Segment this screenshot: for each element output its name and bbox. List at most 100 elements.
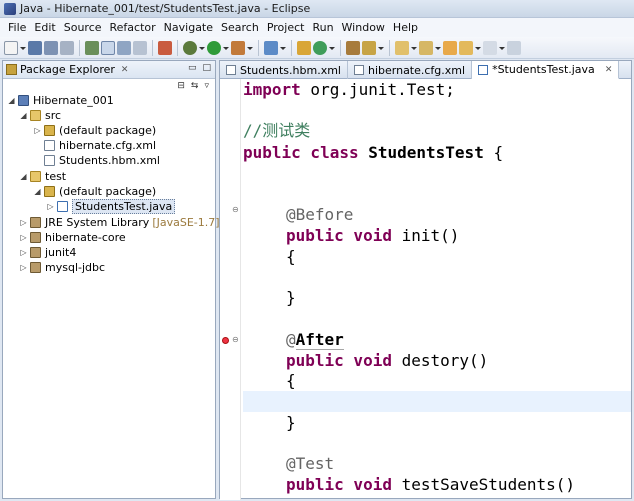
block-selection-icon[interactable] bbox=[117, 40, 131, 55]
toolbar-separator bbox=[79, 39, 80, 56]
next-annotation-icon[interactable] bbox=[395, 40, 409, 55]
tab-studentstest-java[interactable]: *StudentsTest.java ✕ bbox=[472, 61, 620, 79]
skip-breakpoints-icon[interactable] bbox=[158, 40, 172, 55]
tree-item-studentstest-java[interactable]: ▷ StudentsTest.java bbox=[46, 199, 176, 214]
menu-run[interactable]: Run bbox=[308, 21, 337, 34]
editor-tabs: Students.hbm.xml hibernate.cfg.xml *Stud… bbox=[220, 61, 631, 79]
debug-icon[interactable] bbox=[183, 40, 197, 55]
close-view-icon[interactable]: ✕ bbox=[121, 65, 129, 75]
tree-item-default-package-src[interactable]: ▷ (default package) bbox=[33, 123, 156, 138]
fold-collapse-icon[interactable]: ⊖ bbox=[232, 336, 239, 344]
menu-edit[interactable]: Edit bbox=[30, 21, 59, 34]
close-tab-icon[interactable]: ✕ bbox=[605, 65, 613, 75]
title-bar: Java - Hibernate_001/test/StudentsTest.j… bbox=[0, 0, 634, 18]
open-task-icon[interactable] bbox=[346, 40, 360, 55]
code-line-destory-open-brace: { bbox=[286, 371, 296, 390]
collapse-all-icon[interactable]: ⊟ bbox=[177, 81, 185, 91]
save-icon[interactable] bbox=[28, 40, 42, 55]
open-type-icon[interactable] bbox=[85, 40, 99, 55]
code-line-init-method: public void init() bbox=[286, 226, 460, 245]
eclipse-app-icon bbox=[4, 2, 16, 15]
collapsed-arrow-icon[interactable]: ▷ bbox=[19, 218, 28, 227]
collapsed-arrow-icon[interactable]: ▷ bbox=[46, 202, 55, 211]
run-dropdown-icon[interactable] bbox=[223, 41, 229, 55]
edit-pencil-icon[interactable] bbox=[362, 40, 376, 55]
search-dropdown-icon[interactable] bbox=[280, 41, 286, 55]
java-editor: Students.hbm.xml hibernate.cfg.xml *Stud… bbox=[219, 60, 632, 500]
toggle-mark-icon[interactable] bbox=[101, 40, 115, 55]
forward-dropdown-icon[interactable] bbox=[499, 41, 505, 55]
collapsed-arrow-icon[interactable]: ▷ bbox=[19, 233, 28, 242]
back-dropdown-icon[interactable] bbox=[475, 41, 481, 55]
tree-item-students-hbm-xml[interactable]: Students.hbm.xml bbox=[44, 153, 160, 168]
package-explorer-title[interactable]: Package Explorer bbox=[20, 63, 115, 76]
expanded-arrow-icon[interactable]: ◢ bbox=[7, 96, 16, 105]
tree-item-default-package-test[interactable]: ◢ (default package) bbox=[33, 184, 156, 199]
code-line-init-open-brace: { bbox=[286, 247, 296, 266]
new-icon[interactable] bbox=[4, 40, 18, 55]
maximize-icon[interactable]: □ bbox=[202, 63, 211, 73]
menu-refactor[interactable]: Refactor bbox=[106, 21, 160, 34]
menu-source[interactable]: Source bbox=[60, 21, 106, 34]
code-line-init-close-brace: } bbox=[286, 288, 296, 307]
menu-window[interactable]: Window bbox=[338, 21, 389, 34]
show-whitespace-icon[interactable] bbox=[133, 40, 147, 55]
minimize-icon[interactable]: ▭ bbox=[188, 63, 197, 73]
collapsed-arrow-icon[interactable]: ▷ bbox=[19, 263, 28, 272]
code-line-before-annotation: @Before bbox=[286, 205, 354, 224]
menu-project[interactable]: Project bbox=[263, 21, 309, 34]
tree-item-hibernate-cfg-xml[interactable]: hibernate.cfg.xml bbox=[44, 138, 156, 153]
run-icon[interactable] bbox=[207, 40, 221, 55]
menu-navigate[interactable]: Navigate bbox=[160, 21, 217, 34]
tree-item-hibernate-core[interactable]: ▷ hibernate-core bbox=[19, 230, 125, 245]
external-tools-icon[interactable] bbox=[231, 40, 245, 55]
previous-annotation-dropdown-icon[interactable] bbox=[435, 41, 441, 55]
new-java-class-icon[interactable] bbox=[313, 40, 327, 55]
code-area[interactable]: import org.junit.Test; //测试类 public clas… bbox=[243, 79, 631, 500]
tree-item-junit4[interactable]: ▷ junit4 bbox=[19, 245, 76, 260]
code-line-test-annotation: @Test bbox=[286, 454, 335, 473]
package-icon bbox=[44, 186, 55, 197]
editor-gutter: ⊖ ⊖ bbox=[220, 79, 241, 500]
save-all-icon[interactable] bbox=[44, 40, 58, 55]
debug-dropdown-icon[interactable] bbox=[199, 41, 205, 55]
toolbar-separator bbox=[389, 39, 390, 56]
expanded-arrow-icon[interactable]: ◢ bbox=[33, 187, 42, 196]
tree-item-hibernate-001[interactable]: ◢ Hibernate_001 bbox=[7, 93, 113, 108]
next-annotation-dropdown-icon[interactable] bbox=[411, 41, 417, 55]
new-java-class-dropdown-icon[interactable] bbox=[329, 41, 335, 55]
tab-hibernate-cfg-xml[interactable]: hibernate.cfg.xml bbox=[348, 61, 473, 79]
fold-collapse-icon[interactable]: ⊖ bbox=[232, 206, 239, 214]
tree-item-test[interactable]: ◢ test bbox=[19, 169, 66, 184]
view-menu-icon[interactable]: ▿ bbox=[204, 81, 209, 91]
forward-icon[interactable] bbox=[483, 40, 497, 55]
new-dropdown-icon[interactable] bbox=[20, 41, 26, 55]
pencil-dropdown-icon[interactable] bbox=[378, 41, 384, 55]
tree-item-jre-system-library[interactable]: ▷ JRE System Library [JavaSE-1.7] bbox=[19, 215, 219, 230]
search-icon[interactable] bbox=[264, 40, 278, 55]
menu-search[interactable]: Search bbox=[217, 21, 263, 34]
java-file-icon bbox=[57, 201, 68, 212]
expanded-arrow-icon[interactable]: ◢ bbox=[19, 172, 28, 181]
expanded-arrow-icon[interactable]: ◢ bbox=[19, 111, 28, 120]
last-edit-location-icon[interactable] bbox=[443, 40, 457, 55]
xml-file-icon bbox=[44, 155, 55, 166]
print-icon[interactable] bbox=[60, 40, 74, 55]
window-title: Java - Hibernate_001/test/StudentsTest.j… bbox=[20, 2, 311, 15]
external-tools-dropdown-icon[interactable] bbox=[247, 41, 253, 55]
collapsed-arrow-icon[interactable]: ▷ bbox=[19, 248, 28, 257]
back-icon[interactable] bbox=[459, 40, 473, 55]
tree-item-mysql-jdbc[interactable]: ▷ mysql-jdbc bbox=[19, 260, 105, 275]
link-with-editor-icon[interactable]: ⇆ bbox=[191, 81, 199, 91]
current-line-highlight bbox=[243, 391, 631, 412]
menu-help[interactable]: Help bbox=[389, 21, 422, 34]
code-line-destory-close-brace: } bbox=[286, 413, 296, 432]
tab-students-hbm-xml[interactable]: Students.hbm.xml bbox=[220, 61, 348, 79]
tree-item-src[interactable]: ◢ src bbox=[19, 108, 61, 123]
new-java-package-icon[interactable] bbox=[297, 40, 311, 55]
collapsed-arrow-icon[interactable]: ▷ bbox=[33, 126, 42, 135]
pin-editor-icon[interactable] bbox=[507, 40, 521, 55]
previous-annotation-icon[interactable] bbox=[419, 40, 433, 55]
menu-file[interactable]: File bbox=[4, 21, 30, 34]
change-marker-icon bbox=[222, 337, 229, 344]
